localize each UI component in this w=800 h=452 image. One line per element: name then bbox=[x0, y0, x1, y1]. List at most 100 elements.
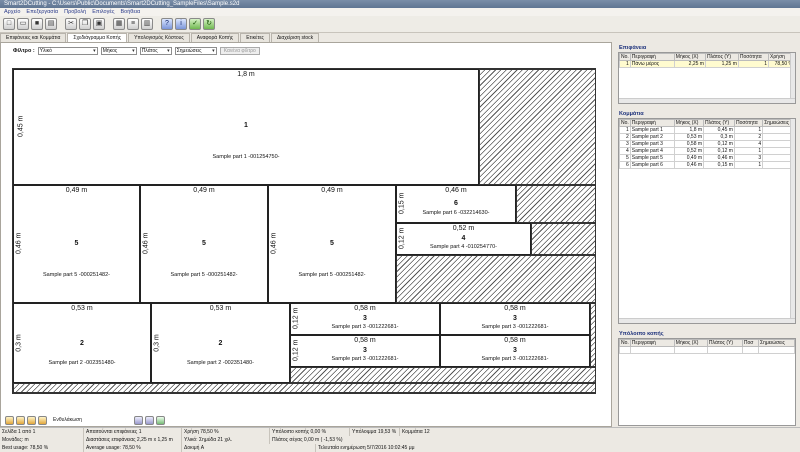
cell: 1 bbox=[733, 147, 764, 155]
cell: 0,12 m bbox=[703, 140, 735, 148]
notes-select[interactable]: Σημειώσεις bbox=[174, 46, 217, 55]
table-row[interactable]: 6 Sample part 6 0,46 m 0,15 m1 bbox=[619, 161, 795, 169]
paste-icon[interactable]: ▣ bbox=[93, 18, 105, 30]
save-icon[interactable]: ■ bbox=[31, 18, 43, 30]
col-header[interactable]: Περιγραφή bbox=[629, 53, 675, 61]
next-page-icon[interactable] bbox=[27, 415, 36, 425]
table-row[interactable]: 4 Sample part 4 0,52 m 0,12 m1 bbox=[619, 147, 795, 155]
col-header[interactable]: Μήκος (X) bbox=[673, 53, 706, 61]
part-label: Sample part 6 -032214630- bbox=[422, 210, 490, 216]
tab-cost-calculation[interactable]: Υπολογισμός Κόστους bbox=[128, 33, 190, 42]
zoom-fit-icon[interactable] bbox=[155, 415, 165, 425]
cell: 1 bbox=[733, 161, 764, 169]
part-2[interactable]: 0,53 m 0,3 m 2 Sample part 2 -002351480- bbox=[151, 303, 290, 383]
col-header[interactable]: No. bbox=[619, 119, 631, 127]
surfaces-table: No. Περιγραφή Μήκος (X) Πλάτος (Y) Ποσότ… bbox=[619, 53, 795, 68]
horizontal-scrollbar[interactable] bbox=[619, 318, 795, 323]
vertical-scrollbar[interactable] bbox=[790, 53, 795, 103]
col-header[interactable]: No. bbox=[619, 53, 631, 61]
tab-labels[interactable]: Ετικέτες bbox=[240, 33, 270, 42]
part-6[interactable]: 0,46 m 0,15 m 6 Sample part 6 -032214630… bbox=[396, 185, 516, 223]
col-header[interactable]: Πλάτος (Y) bbox=[703, 119, 735, 127]
first-page-icon[interactable] bbox=[5, 415, 14, 425]
part-3[interactable]: 0,58 m 0,12 m 3 Sample part 3 -001222681… bbox=[290, 303, 440, 335]
zoom-out-icon[interactable] bbox=[144, 415, 154, 425]
menu-edit[interactable]: Επεξεργασία bbox=[26, 8, 58, 16]
settings-icon[interactable]: ✓ bbox=[189, 18, 201, 30]
col-header[interactable]: No. bbox=[619, 339, 631, 347]
cell: 4 bbox=[619, 147, 631, 155]
prev-page-icon[interactable] bbox=[16, 415, 25, 425]
open-icon[interactable]: ▭ bbox=[17, 18, 29, 30]
table-row[interactable] bbox=[619, 346, 795, 354]
col-header[interactable]: Ποσ bbox=[741, 339, 760, 347]
part-label: Sample part 5 -000251482- bbox=[170, 272, 238, 278]
copy-icon[interactable]: ❐ bbox=[79, 18, 91, 30]
table-row[interactable]: 3 Sample part 3 0,58 m 0,12 m4 bbox=[619, 140, 795, 148]
material-select[interactable]: Υλικό bbox=[37, 46, 98, 55]
tab-cutting-report[interactable]: Αναφορά Κοπής bbox=[190, 33, 240, 42]
menu-help[interactable]: Βοήθεια bbox=[120, 8, 140, 16]
info-icon[interactable]: i bbox=[175, 18, 187, 30]
vertical-scrollbar[interactable] bbox=[790, 119, 795, 323]
table-row[interactable]: 1 Πάνω μέρος 2,25 m 1,25 m 1 78,50 % bbox=[619, 60, 795, 68]
cut-icon[interactable]: ✂ bbox=[65, 18, 77, 30]
print-icon[interactable]: ▤ bbox=[45, 18, 57, 30]
cell: Sample part 6 bbox=[629, 161, 675, 169]
tab-cutting-layout[interactable]: Σχεδιάγραμμα Κοπής bbox=[67, 33, 128, 42]
status-material: Υλικό: Σημύδα 21 χιλ. bbox=[182, 436, 270, 444]
cell: 6 bbox=[619, 161, 631, 169]
part-3[interactable]: 0,58 m 0,12 m 3 Sample part 3 -001222681… bbox=[290, 335, 440, 367]
status-units: Μονάδες: m bbox=[0, 436, 84, 444]
menu-file[interactable]: Αρχείο bbox=[4, 8, 20, 16]
table-row[interactable]: 5 Sample part 5 0,49 m 0,46 m3 bbox=[619, 154, 795, 162]
menu-view[interactable]: Προβολή bbox=[64, 8, 86, 16]
no-filter-button[interactable]: Κανένα φίλτρο bbox=[219, 46, 260, 55]
last-page-icon[interactable] bbox=[38, 415, 47, 425]
col-header[interactable]: Σημειώσεις bbox=[758, 339, 795, 347]
table-row[interactable]: 1 Sample part 1 1,8 m 0,45 m1 bbox=[619, 126, 795, 134]
table-row[interactable]: 2 Sample part 2 0,53 m 0,3 m2 bbox=[619, 133, 795, 141]
layout-tools: Ενθυλάκωση bbox=[5, 414, 165, 426]
fit-label: Ενθυλάκωση bbox=[53, 417, 82, 423]
col-header[interactable]: Ποσότητα bbox=[737, 53, 770, 61]
part-label: Sample part 1 -001254750- bbox=[212, 154, 280, 160]
length-select[interactable]: Μήκος bbox=[100, 46, 137, 55]
part-5[interactable]: 0,49 m 0,46 m 5 Sample part 5 -000251482… bbox=[140, 185, 268, 303]
part-2[interactable]: 0,53 m 0,3 m 2 Sample part 2 -002351480- bbox=[13, 303, 151, 383]
tab-stock-management[interactable]: Διαχείριση stock bbox=[270, 33, 320, 42]
part-label: Sample part 2 -002351480- bbox=[48, 360, 116, 366]
tab-surfaces-parts[interactable]: Επιφάνειες και Κομμάτια bbox=[0, 33, 67, 42]
help-icon[interactable]: ? bbox=[161, 18, 173, 30]
col-header[interactable]: Μήκος (X) bbox=[673, 119, 705, 127]
exit-icon[interactable]: ↻ bbox=[203, 18, 215, 30]
new-icon[interactable]: □ bbox=[3, 18, 15, 30]
part-5[interactable]: 0,49 m 0,46 m 5 Sample part 5 -000251482… bbox=[13, 185, 140, 303]
col-header[interactable]: Μήκος (X) bbox=[673, 339, 708, 347]
layout-panel: Φίλτρο : Υλικό Μήκος Πλάτος Σημειώσεις Κ… bbox=[0, 42, 612, 427]
part-3[interactable]: 0,58 m 3 Sample part 3 -001222681- bbox=[440, 335, 590, 367]
list-icon[interactable]: ≡ bbox=[127, 18, 139, 30]
part-3[interactable]: 0,58 m 3 Sample part 3 -001222681- bbox=[440, 303, 590, 335]
calculate-icon[interactable]: ▦ bbox=[113, 18, 125, 30]
col-header[interactable]: Περιγραφή bbox=[629, 339, 675, 347]
col-header[interactable]: Πλάτος (Y) bbox=[704, 53, 739, 61]
chart-icon[interactable]: ▥ bbox=[141, 18, 153, 30]
col-header[interactable]: Ποσότητα bbox=[733, 119, 764, 127]
width-select[interactable]: Πλάτος bbox=[139, 46, 172, 55]
cell: 4 bbox=[733, 140, 764, 148]
status-page: Σελίδα 1 από 1 bbox=[0, 428, 84, 436]
col-header[interactable]: Περιγραφή bbox=[629, 119, 675, 127]
status-remaining: Υπόλοιπο κοπής 0,00 % bbox=[270, 428, 350, 436]
zoom-in-icon[interactable] bbox=[133, 415, 143, 425]
right-panel: Επιφάνεια No. Περιγραφή Μήκος (X) Πλάτος… bbox=[614, 42, 800, 427]
part-1[interactable]: 1,8 m 0,45 m 1 Sample part 1 -001254750- bbox=[13, 69, 479, 185]
horizontal-scrollbar[interactable] bbox=[619, 98, 795, 103]
part-4[interactable]: 0,52 m 0,12 m 4 Sample part 4 -010254770… bbox=[396, 223, 531, 255]
status-parts: Κομμάτια 12 bbox=[402, 429, 430, 435]
waste-area bbox=[479, 69, 596, 185]
menu-options[interactable]: Επιλογές bbox=[92, 8, 114, 16]
part-5[interactable]: 0,49 m 0,46 m 5 Sample part 5 -000251482… bbox=[268, 185, 396, 303]
part-label: Sample part 2 -002351480- bbox=[187, 360, 254, 366]
col-header[interactable]: Πλάτος (Y) bbox=[706, 339, 743, 347]
